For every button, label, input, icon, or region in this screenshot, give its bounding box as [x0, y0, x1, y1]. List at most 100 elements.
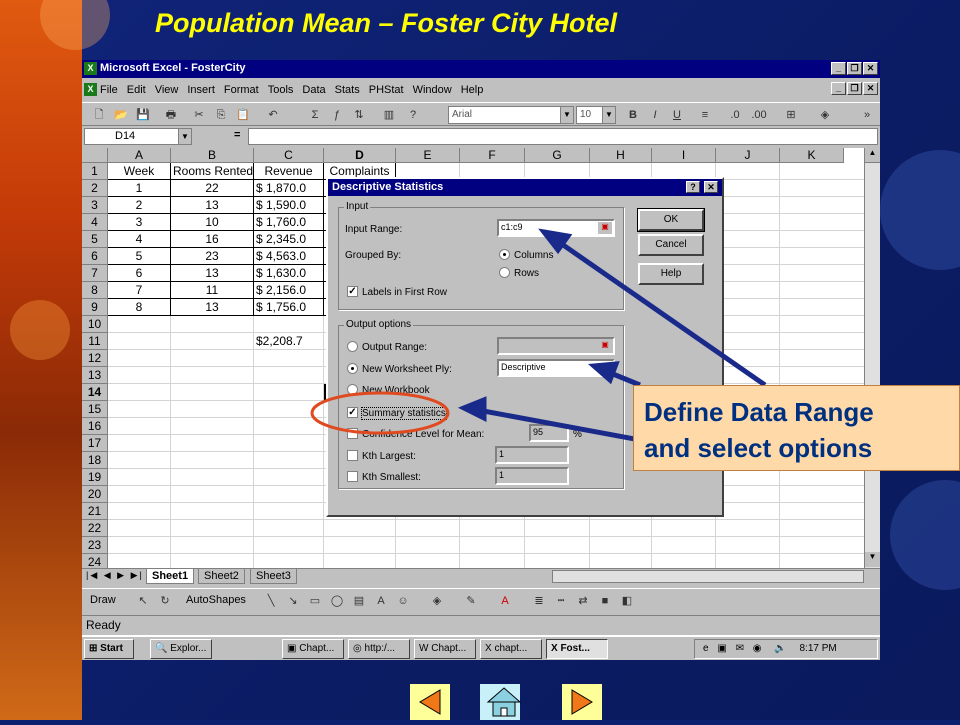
arrow-style-icon[interactable]: ⇄: [574, 592, 592, 610]
row-header-22[interactable]: 22: [82, 520, 108, 537]
bold-icon[interactable]: B: [624, 106, 642, 124]
channel-icon[interactable]: ◉: [753, 643, 762, 654]
scroll-down-icon[interactable]: ▼: [865, 552, 880, 567]
restore-button[interactable]: ❐: [847, 62, 862, 75]
row-header-18[interactable]: 18: [82, 452, 108, 469]
row-header-13[interactable]: 13: [82, 367, 108, 384]
table-cell[interactable]: $ 4,563.0: [254, 248, 324, 265]
table-cell[interactable]: 16: [171, 231, 254, 248]
table-cell[interactable]: 23: [171, 248, 254, 265]
row-header-3[interactable]: 3: [82, 197, 108, 214]
volume-icon[interactable]: 🔈: [774, 643, 786, 654]
row-header-10[interactable]: 10: [82, 316, 108, 333]
collapse-dialog-icon[interactable]: ▣: [598, 340, 612, 352]
menu-edit[interactable]: Edit: [127, 84, 146, 96]
table-cell[interactable]: 13: [171, 265, 254, 282]
column-header-h[interactable]: H: [590, 148, 652, 163]
table-cell[interactable]: Week: [108, 163, 171, 180]
vertical-scrollbar[interactable]: ▲ ▼: [864, 148, 880, 568]
table-cell[interactable]: 1: [108, 180, 171, 197]
row-header-9[interactable]: 9: [82, 299, 108, 316]
taskbar-item-chapter1[interactable]: ▣ Chapt...: [282, 639, 344, 659]
table-cell[interactable]: 6: [108, 265, 171, 282]
row-header-15[interactable]: 15: [82, 401, 108, 418]
table-cell[interactable]: 13: [171, 197, 254, 214]
taskbar-item-fostercity[interactable]: X Fost...: [546, 639, 608, 659]
column-header-j[interactable]: J: [716, 148, 780, 163]
line-style-icon[interactable]: ≣: [530, 592, 548, 610]
line-color-icon[interactable]: ✎: [462, 592, 480, 610]
arrow-icon[interactable]: ↘: [284, 592, 302, 610]
table-cell[interactable]: Revenue: [254, 163, 324, 180]
column-header-e[interactable]: E: [396, 148, 460, 163]
cut-icon[interactable]: ✂: [190, 106, 208, 124]
row-header-17[interactable]: 17: [82, 435, 108, 452]
row-header-19[interactable]: 19: [82, 469, 108, 486]
table-cell[interactable]: $ 1,870.0: [254, 180, 324, 197]
workbook-icon[interactable]: X: [84, 83, 97, 96]
table-cell[interactable]: 2: [108, 197, 171, 214]
doc-restore-button[interactable]: ❐: [847, 82, 862, 95]
table-cell[interactable]: $ 1,630.0: [254, 265, 324, 282]
fill-color-icon[interactable]: ◈: [816, 106, 834, 124]
dialog-help-button[interactable]: ?: [686, 181, 700, 193]
menu-data[interactable]: Data: [302, 84, 325, 96]
menu-window[interactable]: Window: [413, 84, 452, 96]
home-button[interactable]: [480, 684, 522, 720]
column-header-a[interactable]: A: [108, 148, 171, 163]
row-header-7[interactable]: 7: [82, 265, 108, 282]
fill-color-icon[interactable]: ◈: [428, 592, 446, 610]
menu-stats[interactable]: Stats: [335, 84, 360, 96]
decrease-decimal-icon[interactable]: .00: [750, 106, 768, 124]
clipart-icon[interactable]: ☺: [394, 592, 412, 610]
start-button[interactable]: ⊞ Start: [84, 639, 134, 659]
confidence-level-field[interactable]: 95: [529, 424, 569, 442]
autoshapes-menu[interactable]: AutoShapes: [186, 594, 246, 606]
table-cell[interactable]: 11: [171, 282, 254, 299]
formula-equals-sign[interactable]: =: [234, 129, 240, 141]
output-range-radio[interactable]: [347, 341, 358, 352]
align-left-icon[interactable]: ≡: [696, 106, 714, 124]
table-cell[interactable]: $ 2,156.0: [254, 282, 324, 299]
explorer-icon[interactable]: ▣: [717, 643, 726, 654]
underline-icon[interactable]: U: [668, 106, 686, 124]
previous-slide-button[interactable]: [410, 684, 450, 720]
oval-icon[interactable]: ◯: [328, 592, 346, 610]
autosum-icon[interactable]: Σ: [306, 106, 324, 124]
formula-input[interactable]: [248, 128, 878, 145]
row-header-4[interactable]: 4: [82, 214, 108, 231]
column-header-i[interactable]: I: [652, 148, 716, 163]
kth-smallest-field[interactable]: 1: [495, 467, 569, 485]
table-cell[interactable]: 3: [108, 214, 171, 231]
open-folder-icon[interactable]: 📂: [112, 106, 130, 124]
menu-help[interactable]: Help: [461, 84, 484, 96]
row-header-5[interactable]: 5: [82, 231, 108, 248]
row-header-23[interactable]: 23: [82, 537, 108, 554]
font-select[interactable]: Arial ▼: [448, 106, 574, 124]
copy-icon[interactable]: ⎘: [212, 106, 230, 124]
scroll-up-icon[interactable]: ▲: [865, 148, 880, 163]
table-cell[interactable]: 5: [108, 248, 171, 265]
doc-close-button[interactable]: ✕: [863, 82, 878, 95]
tab-sheet3[interactable]: Sheet3: [250, 569, 297, 584]
column-header-f[interactable]: F: [460, 148, 525, 163]
row-header-21[interactable]: 21: [82, 503, 108, 520]
row-header-24[interactable]: 24: [82, 554, 108, 568]
row-header-16[interactable]: 16: [82, 418, 108, 435]
italic-icon[interactable]: I: [646, 106, 664, 124]
table-cell[interactable]: 8: [108, 299, 171, 316]
tab-sheet1[interactable]: Sheet1: [146, 569, 195, 584]
tab-sheet2[interactable]: Sheet2: [198, 569, 245, 584]
labels-first-row-checkbox[interactable]: ✓: [347, 286, 358, 297]
table-cell[interactable]: 13: [171, 299, 254, 316]
table-cell[interactable]: $ 1,590.0: [254, 197, 324, 214]
select-all-corner[interactable]: [82, 148, 108, 163]
taskbar-item-browser[interactable]: ◎ http:/...: [348, 639, 410, 659]
rows-radio[interactable]: [499, 267, 510, 278]
row-header-2[interactable]: 2: [82, 180, 108, 197]
row-header-11[interactable]: 11: [82, 333, 108, 350]
font-color-icon[interactable]: A: [496, 592, 514, 610]
row-header-12[interactable]: 12: [82, 350, 108, 367]
3d-icon[interactable]: ◧: [618, 592, 636, 610]
select-pointer-icon[interactable]: ↖: [134, 592, 152, 610]
